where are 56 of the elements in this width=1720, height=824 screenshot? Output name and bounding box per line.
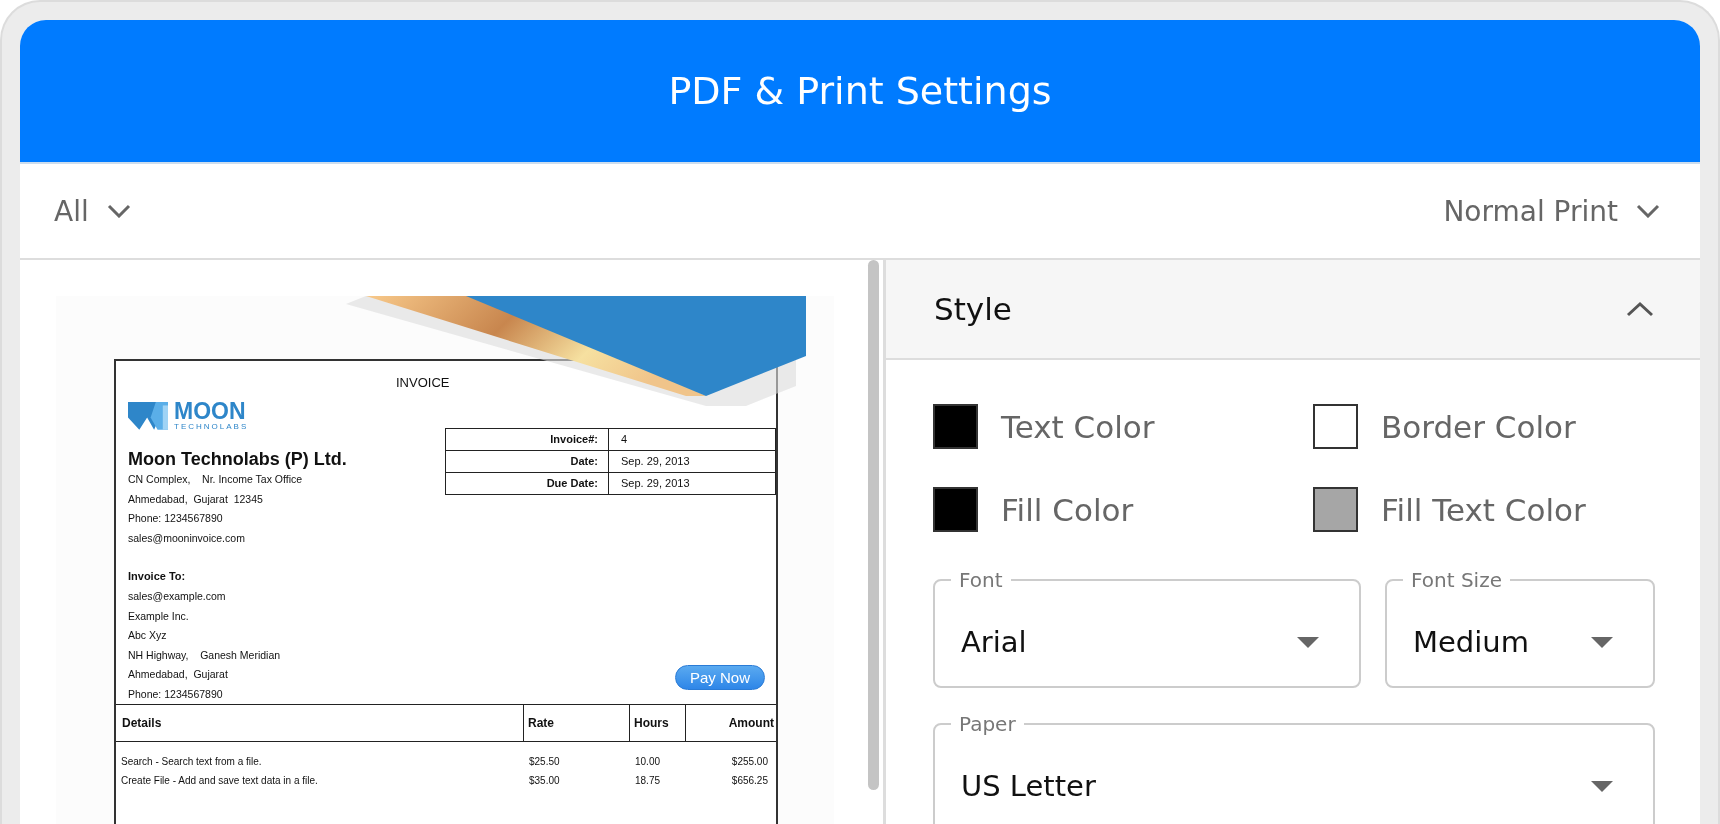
invoice-heading: INVOICE [395,374,451,392]
table-cell: 4 [609,429,776,451]
section-title: Style [934,291,1012,327]
color-option[interactable]: Fill Text Color [1313,487,1700,532]
address-line: NH Highway, Ganesh Meridian [128,647,282,663]
color-option[interactable]: Fill Color [933,487,1313,532]
section-header[interactable]: Style [886,260,1700,360]
table-cell: Invoice#: [446,429,609,451]
field-value: Arial [961,625,1028,659]
pay-now-button[interactable]: Pay Now [674,665,765,690]
bill-to-heading: Invoice To: [128,569,187,584]
address-line: Ahmedabad, Gujarat 12345 [128,491,264,507]
logo-wordmark: MOON [174,399,247,423]
scrollbar[interactable] [868,260,879,790]
column-header: Amount [686,705,776,742]
table-cell-text: $656.25 [730,774,769,788]
table-cell-text: 10.00 [634,755,662,769]
table-cell-text: Search - Search text from a file. [120,755,263,769]
table-cell-text: $25.50 [528,755,561,769]
address-line: sales@mooninvoice.com [128,530,246,546]
color-option[interactable]: Text Color [933,404,1313,449]
field-label: Font [958,568,1004,592]
field-label: Font Size [1410,568,1503,592]
table-cell-text: $255.00 [730,755,769,769]
table-cell: Date: [446,451,609,473]
filter-dropdown[interactable]: All [50,190,135,232]
address-line: Phone: 1234567890 [128,686,224,702]
dropdown-caret-icon [1591,636,1613,648]
address-line: Example Inc. [128,608,190,624]
column-header: Details [116,705,524,742]
field-value: Medium [1413,625,1530,659]
table-cell-text: $35.00 [528,774,561,788]
table-cell: Sep. 29, 2013 [609,451,776,473]
address-line: sales@example.com [128,589,227,604]
dropdown-caret-icon [1591,780,1613,792]
window-title: PDF & Print Settings [668,69,1052,113]
print-mode-dropdown[interactable]: Normal Print [1439,190,1664,232]
company-name: Moon Technolabs (P) Ltd. [128,449,348,470]
address-line: Abc Xyz [128,628,168,643]
table-cell-text: 18.75 [634,774,662,788]
field-value: US Letter [961,769,1097,803]
column-header: Rate [524,705,630,742]
logo-tagline: TECHNOLABS [174,422,249,431]
table-cell: Sep. 29, 2013 [609,473,776,495]
address-line: Phone: 1234567890 [128,511,224,526]
chevron-down-icon [1636,204,1660,218]
column-header: Hours [630,705,686,742]
field-label: Paper [958,712,1017,736]
address-line: CN Complex, Nr. Income Tax Office [128,472,304,487]
logo-icon [128,400,168,430]
address-line: Ahmedabad, Gujarat [128,667,229,682]
chevron-down-icon [106,204,131,218]
color-option[interactable]: Border Color [1313,404,1700,449]
dropdown-caret-icon [1297,636,1319,648]
table-cell-text: Create File - Add and save text data in a file. [120,774,319,788]
table-cell: Due Date: [446,473,609,495]
